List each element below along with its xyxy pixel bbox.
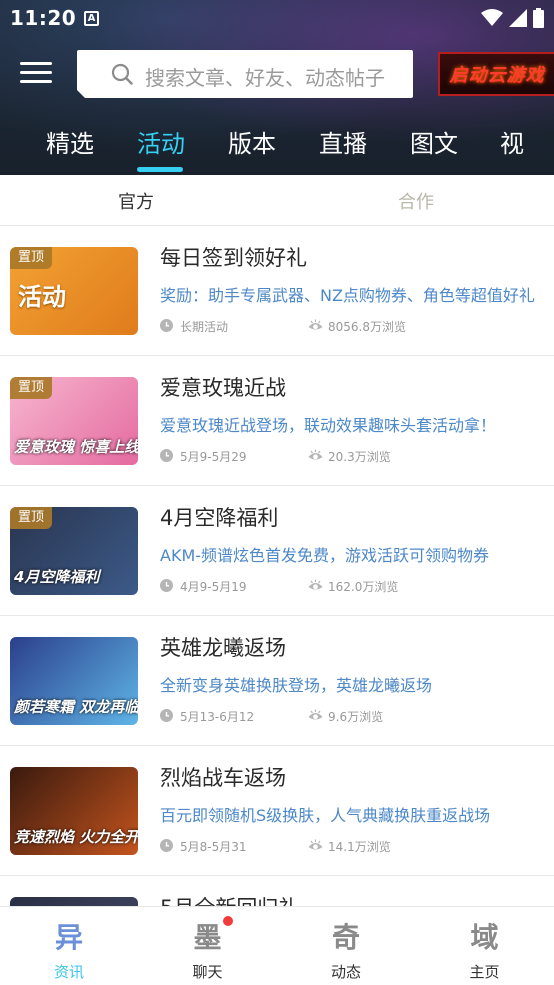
item-title: 每日签到领好礼 — [160, 246, 307, 270]
menu-button[interactable] — [20, 56, 56, 92]
list-item[interactable]: 活动 置顶 每日签到领好礼奖励：助手专属武器、NZ点购物券、角色等超值好礼长期活动 8… — [0, 226, 554, 356]
event-thumbnail: 颜若寒霜 双龙再临 — [10, 637, 138, 725]
battery-icon — [533, 8, 544, 28]
pinned-badge: 置顶 — [10, 247, 52, 269]
active-tab-indicator — [137, 167, 183, 172]
item-meta: 5月8-5月31 14.1万浏览 — [160, 838, 540, 854]
views-icon — [308, 839, 323, 850]
subtab-official[interactable]: 官方 — [118, 188, 154, 214]
event-thumbnail: 活动 置顶 — [10, 247, 138, 335]
list-item[interactable]: 5月全新回归礼 — [0, 876, 554, 906]
list-item[interactable]: 爱意玫瑰 惊喜上线 置顶 爱意玫瑰近战爱意玫瑰近战登场，联动效果趣味头套活动拿！ 5月… — [0, 356, 554, 486]
search-placeholder: 搜索文章、好友、动态帖子 — [145, 66, 385, 90]
status-time: 11:20 — [10, 6, 77, 30]
search-input[interactable]: 搜索文章、好友、动态帖子 — [77, 50, 413, 98]
nav-feed[interactable]: 奇动态 — [277, 907, 415, 985]
cloud-game-button[interactable]: 启动云游戏 — [438, 52, 554, 96]
item-views: 9.6万浏览 — [328, 710, 384, 724]
item-date: 5月8-5月31 — [180, 840, 247, 854]
thumbnail-text: 颜若寒霜 双龙再临 — [14, 698, 138, 716]
item-description: 百元即领随机S级换肤，人气典藏换肤重返战场 — [160, 806, 491, 825]
feed-icon: 奇 — [331, 921, 360, 954]
event-thumbnail — [10, 897, 138, 906]
event-thumbnail: 竞速烈焰 火力全开 — [10, 767, 138, 855]
clock-icon — [160, 839, 173, 852]
home-icon: 域 — [470, 921, 499, 954]
item-title: 4月空降福利 — [160, 506, 279, 530]
item-meta: 5月13-6月12 9.6万浏览 — [160, 708, 540, 724]
pinned-badge: 置顶 — [10, 377, 52, 399]
clock-icon — [160, 709, 173, 722]
clock-icon — [160, 449, 173, 462]
nav-news[interactable]: 异资讯 — [0, 907, 138, 985]
notification-icon: A — [84, 11, 99, 26]
tab-version[interactable]: 版本 — [228, 124, 276, 159]
item-title: 5月全新回归礼 — [160, 892, 299, 906]
item-description: 全新变身英雄换肤登场，英雄龙曦返场 — [160, 676, 433, 695]
tab-featured[interactable]: 精选 — [46, 124, 94, 159]
item-views: 162.0万浏览 — [328, 580, 399, 594]
search-icon — [111, 63, 133, 85]
event-thumbnail: 爱意玫瑰 惊喜上线 置顶 — [10, 377, 138, 465]
nav-chat[interactable]: 墨聊天 — [139, 907, 277, 985]
item-description: 爱意玫瑰近战登场，联动效果趣味头套活动拿！ — [160, 416, 497, 435]
item-title: 烈焰战车返场 — [160, 766, 286, 790]
item-date: 5月9-5月29 — [180, 450, 247, 464]
thumbnail-text: 爱意玫瑰 惊喜上线 — [14, 438, 138, 456]
thumbnail-text: 竞速烈焰 火力全开 — [14, 828, 138, 846]
tab-graphics[interactable]: 图文 — [410, 124, 458, 159]
item-title: 爱意玫瑰近战 — [160, 376, 286, 400]
brand-text: 启动云游戏 — [449, 65, 545, 86]
item-meta: 4月9-5月19 162.0万浏览 — [160, 578, 540, 594]
item-views: 20.3万浏览 — [328, 450, 391, 464]
views-icon — [308, 709, 323, 720]
item-views: 8056.8万浏览 — [328, 320, 406, 334]
list-item[interactable]: 颜若寒霜 双龙再临 英雄龙曦返场全新变身英雄换肤登场，英雄龙曦返场 5月13-6月1… — [0, 616, 554, 746]
menu-line — [20, 62, 52, 65]
item-date: 长期活动 — [180, 320, 229, 334]
nav-home[interactable]: 域主页 — [416, 907, 554, 985]
nav-label: 主页 — [469, 963, 500, 981]
pinned-badge: 置顶 — [10, 507, 52, 529]
clock-icon — [160, 319, 173, 332]
wifi-icon — [481, 9, 503, 26]
nav-label: 聊天 — [192, 963, 223, 981]
bottom-nav: 异资讯墨聊天奇动态域主页 — [0, 906, 554, 985]
event-thumbnail: 4月空降福利 置顶 — [10, 507, 138, 595]
header: 11:20 A 搜索文章、好友、动态帖子 启动云游戏 精选 活动 版本 直播 图… — [0, 0, 554, 175]
list-item[interactable]: 竞速烈焰 火力全开 烈焰战车返场百元即领随机S级换肤，人气典藏换肤重返战场 5月8-… — [0, 746, 554, 876]
item-meta: 长期活动 8056.8万浏览 — [160, 318, 540, 334]
views-icon — [308, 319, 323, 330]
views-icon — [308, 449, 323, 460]
list-item[interactable]: 4月空降福利 置顶 4月空降福利 AKM-频谱炫色首发免费，游戏活跃可领购物券 4月9-… — [0, 486, 554, 616]
item-description: AKM-频谱炫色首发免费，游戏活跃可领购物券 — [160, 546, 490, 565]
thumbnail-text: 活动 — [18, 283, 66, 311]
unread-badge — [222, 916, 233, 926]
news-icon: 异 — [54, 921, 83, 954]
tab-live[interactable]: 直播 — [319, 124, 367, 159]
item-date: 4月9-5月19 — [180, 580, 247, 594]
item-meta: 5月9-5月29 20.3万浏览 — [160, 448, 540, 464]
tab-video[interactable]: 视 — [500, 124, 524, 159]
item-description: 奖励：助手专属武器、NZ点购物券、角色等超值好礼 — [160, 286, 535, 305]
views-icon — [308, 579, 323, 590]
signal-icon — [509, 9, 527, 27]
menu-line — [20, 80, 52, 83]
item-date: 5月13-6月12 — [180, 710, 255, 724]
item-views: 14.1万浏览 — [328, 840, 391, 854]
status-bar: 11:20 A — [0, 0, 554, 38]
tab-events[interactable]: 活动 — [137, 124, 185, 159]
sub-tabs: 官方 合作 — [0, 175, 554, 226]
thumbnail-text: 4月空降福利 — [14, 568, 100, 586]
clock-icon — [160, 579, 173, 592]
nav-label: 动态 — [330, 963, 361, 981]
category-tabs: 精选 活动 版本 直播 图文 视 — [0, 112, 554, 175]
status-icons — [481, 8, 544, 28]
subtab-cooperation[interactable]: 合作 — [398, 188, 434, 214]
event-list: 活动 置顶 每日签到领好礼 奖励：助手专属武器、NZ点购物券、角色等超值好礼 长期活动 8… — [0, 226, 554, 906]
menu-line — [20, 71, 52, 74]
nav-label: 资讯 — [53, 963, 84, 981]
chat-icon: 墨 — [193, 921, 222, 954]
item-title: 英雄龙曦返场 — [160, 636, 286, 660]
